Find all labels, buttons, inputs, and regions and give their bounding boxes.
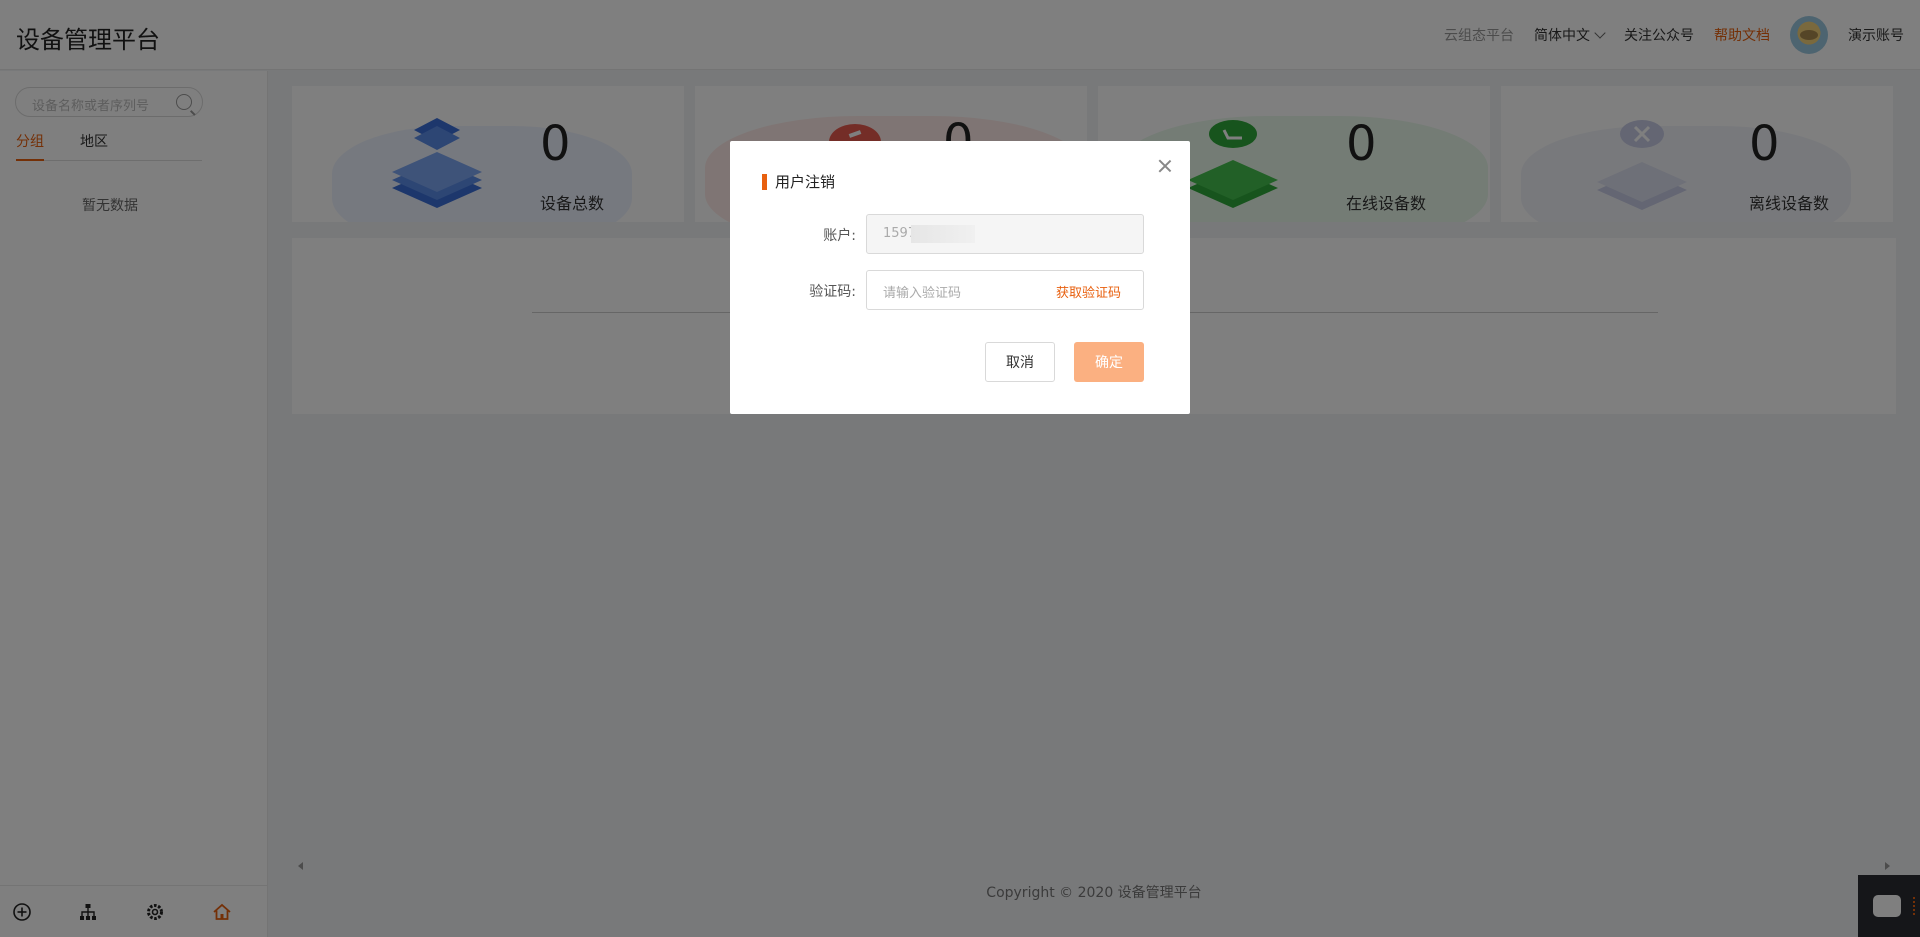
dialog-title-text: 用户注销 xyxy=(775,173,836,191)
close-icon[interactable] xyxy=(1158,159,1172,173)
masked-text xyxy=(911,225,975,243)
code-label: 验证码: xyxy=(809,284,856,300)
code-placeholder: 请输入验证码 xyxy=(883,286,962,301)
account-label: 账户: xyxy=(823,228,856,244)
get-code-button[interactable]: 获取验证码 xyxy=(1056,282,1121,301)
verification-code-input[interactable]: 请输入验证码 获取验证码 xyxy=(866,270,1144,310)
deregister-dialog: 用户注销 账户: 1597 验证码: 请输入验证码 获取验证码 取消 确定 xyxy=(730,141,1190,414)
confirm-button[interactable]: 确定 xyxy=(1074,342,1144,382)
dialog-title: 用户注销 xyxy=(762,171,835,192)
cancel-button[interactable]: 取消 xyxy=(985,342,1055,382)
title-accent-bar xyxy=(762,173,767,190)
account-field: 1597 xyxy=(866,214,1144,254)
